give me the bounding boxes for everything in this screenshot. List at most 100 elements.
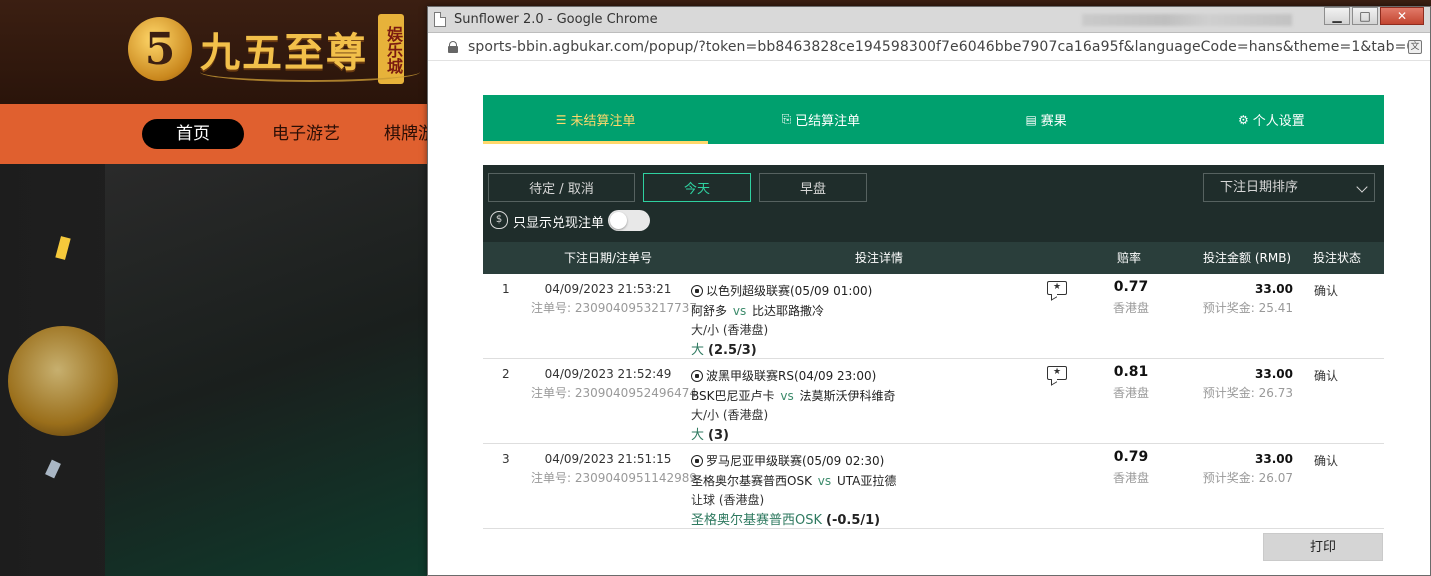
payout-label: 预计奖金: <box>1202 301 1255 315</box>
header-date: 下注日期/注单号 <box>564 251 653 265</box>
order-label: 注单号: <box>531 301 572 315</box>
window-controls: ▁ □ ✕ <box>1322 7 1424 25</box>
bet-tabs: ☰ 未结算注单 ⎘ 已结算注单 ▤ 赛果 ⚙ 个人设置 <box>483 95 1384 144</box>
gold-coin-graphic <box>8 326 118 436</box>
table-row: 1 04/09/2023 21:53:21 注单号: 2309040953217… <box>483 274 1384 359</box>
sort-select[interactable]: 下注日期排序 <box>1203 173 1375 202</box>
away-team: 法莫斯沃伊科维奇 <box>799 389 896 403</box>
tab-label: 已结算注单 <box>795 114 861 129</box>
pick-line: (3) <box>708 428 729 443</box>
logo-ornament <box>200 62 420 82</box>
bet-market: 大/小 (香港盘) <box>691 408 769 422</box>
window-title: Sunflower 2.0 - Google Chrome <box>454 12 658 27</box>
odds-type: 香港盘 <box>1112 471 1149 485</box>
money-bag-icon: $ <box>490 211 508 229</box>
order-value: 2309040953217737 <box>574 301 698 315</box>
away-team: 比达耶路撒冷 <box>752 304 825 318</box>
odds-value: 0.79 <box>1113 449 1149 465</box>
home-team: 圣格奥尔基赛普西OSK <box>691 474 812 488</box>
close-button[interactable]: ✕ <box>1380 7 1424 25</box>
header-odds: 赔率 <box>1117 251 1142 265</box>
tab-settings[interactable]: ⚙ 个人设置 <box>1159 95 1384 144</box>
site-nav-home[interactable]: 首页 <box>142 119 244 149</box>
payout-value: 26.73 <box>1258 386 1293 400</box>
table-row: 3 04/09/2023 21:51:15 注单号: 2309040951142… <box>483 444 1384 529</box>
estimated-payout: 预计奖金: 25.41 <box>1193 299 1293 316</box>
print-button[interactable]: 打印 <box>1263 533 1383 561</box>
soccer-ball-icon <box>691 370 703 382</box>
filter-early-button[interactable]: 早盘 <box>759 173 867 202</box>
bet-list: 1 04/09/2023 21:53:21 注单号: 2309040953217… <box>483 274 1384 529</box>
payout-label: 预计奖金: <box>1202 471 1255 485</box>
order-number: 注单号: 2309040952496474 <box>531 384 697 401</box>
window-titlebar[interactable]: Sunflower 2.0 - Google Chrome ▁ □ ✕ <box>428 7 1430 33</box>
ticket-icon: ⎘ <box>781 112 792 126</box>
tab-label: 未结算注单 <box>570 114 636 129</box>
row-index: 1 <box>502 282 510 296</box>
minimize-button[interactable]: ▁ <box>1324 7 1350 25</box>
pick-selection: 圣格奥尔基赛普西OSK <box>691 513 823 528</box>
tab-results[interactable]: ▤ 赛果 <box>934 95 1159 144</box>
match-teams: 圣格奥尔基赛普西OSK vs UTA亚拉德 <box>691 472 896 489</box>
order-number: 注单号: 2309040951142989 <box>531 469 697 486</box>
confetti-graphic <box>55 236 71 260</box>
confetti-graphic <box>45 459 61 479</box>
bet-market: 让球 (香港盘) <box>691 493 765 507</box>
live-chat-icon[interactable]: ★ <box>1047 281 1067 295</box>
translate-icon[interactable]: 文 <box>1408 40 1422 54</box>
toggle-knob <box>610 212 627 229</box>
payout-label: 预计奖金: <box>1202 386 1255 400</box>
address-bar[interactable]: sports-bbin.agbukar.com/popup/?token=bb8… <box>428 33 1430 61</box>
bet-status: 确认 <box>1314 284 1339 298</box>
payout-value: 26.07 <box>1258 471 1293 485</box>
bet-pick: 大 (2.5/3) <box>691 339 757 358</box>
row-index: 3 <box>502 452 510 466</box>
chevron-down-icon <box>1356 181 1368 193</box>
order-number: 注单号: 2309040953217737 <box>531 299 697 316</box>
table-row: 2 04/09/2023 21:52:49 注单号: 2309040952496… <box>483 359 1384 444</box>
pick-selection: 大 <box>691 343 705 358</box>
header-amount: 投注金额 (RMB) <box>1203 251 1292 265</box>
vs-label: vs <box>732 304 747 318</box>
payout-value: 25.41 <box>1258 301 1293 315</box>
blurred-title-area <box>1081 13 1292 26</box>
url-text[interactable]: sports-bbin.agbukar.com/popup/?token=bb8… <box>468 39 1415 55</box>
tab-unsettled[interactable]: ☰ 未结算注单 <box>483 95 709 144</box>
estimated-payout: 预计奖金: 26.07 <box>1193 469 1293 486</box>
chrome-popup-window: Sunflower 2.0 - Google Chrome ▁ □ ✕ spor… <box>427 6 1431 576</box>
header-detail: 投注详情 <box>855 251 904 265</box>
away-team: UTA亚拉德 <box>836 474 897 488</box>
tab-settled[interactable]: ⎘ 已结算注单 <box>708 95 933 144</box>
odds-value: 0.77 <box>1113 279 1149 295</box>
league-name: 以色列超级联赛(05/09 01:00) <box>691 282 872 299</box>
tab-label: 个人设置 <box>1252 114 1305 129</box>
maximize-button[interactable]: □ <box>1352 7 1378 25</box>
bet-pick: 圣格奥尔基赛普西OSK (-0.5/1) <box>691 509 880 528</box>
order-value: 2309040951142989 <box>574 471 698 485</box>
bet-status: 确认 <box>1314 369 1339 383</box>
bet-date: 04/09/2023 21:53:21 <box>544 282 672 296</box>
order-label: 注单号: <box>531 386 572 400</box>
live-chat-icon[interactable]: ★ <box>1047 366 1067 380</box>
site-nav-slots[interactable]: 电子游艺 <box>272 119 340 149</box>
pick-line: (-0.5/1) <box>826 513 881 528</box>
soccer-ball-icon <box>691 455 703 467</box>
match-teams: BSK巴尼亚卢卡 vs 法莫斯沃伊科维奇 <box>691 387 896 404</box>
match-teams: 阿舒多 vs 比达耶路撒冷 <box>691 302 824 319</box>
stake-amount: 33.00 <box>1255 282 1293 296</box>
vs-label: vs <box>780 389 794 403</box>
home-team: BSK巴尼亚卢卡 <box>691 389 775 403</box>
league-name: 罗马尼亚甲级联赛(05/09 02:30) <box>691 452 884 469</box>
bet-market: 大/小 (香港盘) <box>691 323 769 337</box>
lock-icon[interactable] <box>448 40 458 53</box>
filter-pending-button[interactable]: 待定 / 取消 <box>488 173 635 202</box>
scoreboard-icon: ▤ <box>1025 112 1037 127</box>
tab-label: 赛果 <box>1040 114 1067 129</box>
pick-selection: 大 <box>691 428 705 443</box>
cashout-toggle[interactable] <box>608 210 650 231</box>
stake-amount: 33.00 <box>1255 452 1293 466</box>
bet-date: 04/09/2023 21:51:15 <box>544 452 672 466</box>
filter-today-button[interactable]: 今天 <box>643 173 751 202</box>
bet-date: 04/09/2023 21:52:49 <box>544 367 672 381</box>
league-text: 以色列超级联赛(05/09 01:00) <box>706 284 873 298</box>
